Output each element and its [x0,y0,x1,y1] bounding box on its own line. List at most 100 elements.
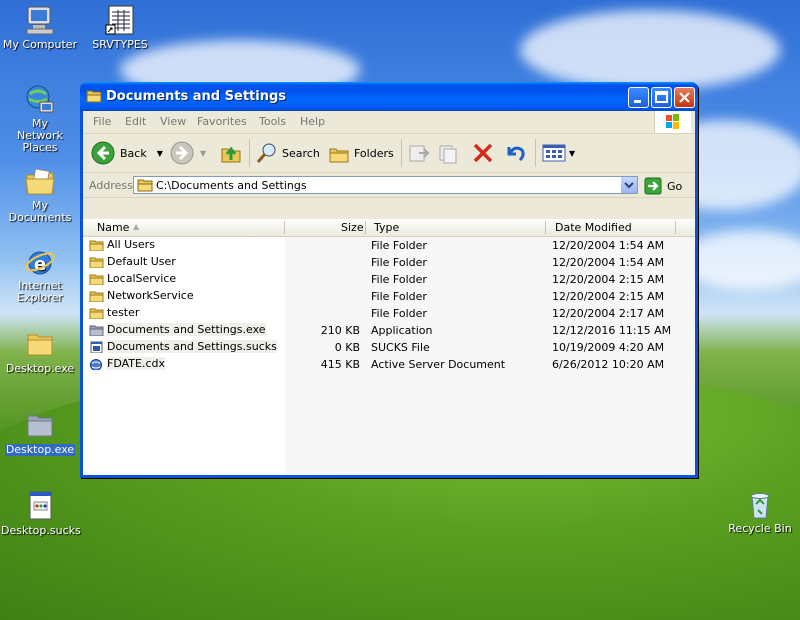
search-icon [256,143,276,163]
column-header-size[interactable]: Size [341,221,364,234]
document-icon [104,4,136,36]
list-header: Name ▲ Size Type Date Modified [83,219,695,237]
folder-icon [89,274,104,285]
desktop-icon-recycle-bin[interactable]: Recycle Bin [720,488,800,535]
folder-icon [89,308,104,319]
explorer-window: Documents and Settings File Edit View Fa… [80,82,698,478]
menu-bar: File Edit View Favorites Tools Help [83,111,695,134]
list-item[interactable]: NetworkService File Folder 12/20/2004 2:… [83,288,695,305]
folder-icon [86,89,102,106]
desktop-icon-my-computer[interactable]: My Computer [0,4,80,51]
sort-ascending-icon: ▲ [133,222,140,231]
menu-tools[interactable]: Tools [259,115,286,128]
undo-icon [507,146,525,162]
cdx-file-icon [90,358,102,370]
toolbar-separator [535,139,536,167]
desktop-icon-my-network-places[interactable]: My Network Places [0,84,80,154]
desktop-icon-desktop-exe-selected[interactable]: Desktop.exe [0,409,80,456]
column-header-name[interactable]: Name [97,221,129,234]
unknown-file-icon [90,341,103,353]
folder-icon [24,409,56,441]
minimize-icon [634,100,641,103]
up-folder-icon [221,146,241,163]
list-item[interactable]: All Users File Folder 12/20/2004 1:54 AM [83,237,695,254]
forward-arrow-icon [170,141,194,165]
windows-logo-icon [654,111,691,133]
close-button[interactable] [674,87,695,108]
go-arrow-icon [644,177,662,195]
toolbar-separator [401,139,402,167]
move-to-button[interactable] [407,138,431,168]
back-button[interactable]: Back ▼ [91,138,163,168]
search-button[interactable]: Search [255,138,320,168]
list-item[interactable]: Documents and Settings.sucks 0 KB SUCKS … [83,339,695,356]
list-item[interactable]: tester File Folder 12/20/2004 2:17 AM [83,305,695,322]
column-header-date-modified[interactable]: Date Modified [555,221,632,234]
undo-button[interactable] [503,138,527,168]
file-list: Name ▲ Size Type Date Modified All Users… [83,219,695,475]
folder-icon [89,240,104,251]
computer-icon [24,4,56,36]
desktop-icon-label: Internet Explorer [17,279,63,304]
folders-button[interactable]: Folders [327,138,394,168]
address-bar: Address C:\Documents and Settings Go [83,173,695,198]
folders-icon [329,148,349,163]
desktop-icon-label: Desktop.sucks [1,524,81,537]
address-value: C:\Documents and Settings [156,179,307,192]
folder-icon [137,179,153,192]
copy-to-button[interactable] [437,138,461,168]
minimize-button[interactable] [628,87,649,108]
desktop-icon-label: Desktop.exe [4,443,76,456]
desktop-icon-my-documents[interactable]: My Documents [0,166,80,224]
menu-help[interactable]: Help [300,115,325,128]
toolbar-separator [249,139,250,167]
standard-toolbar: Back ▼ ▼ Search Folders ▼ [83,134,695,173]
desktop-icon-desktop-exe[interactable]: Desktop.exe [0,328,80,375]
desktop-icon-desktop-sucks[interactable]: Desktop.sucks [0,490,81,537]
folder-icon [24,328,56,360]
up-folder-button[interactable] [219,138,243,168]
chevron-down-icon[interactable]: ▼ [569,149,575,158]
folder-grey-icon [89,325,104,336]
list-item[interactable]: Documents and Settings.exe 210 KB Applic… [83,322,695,339]
list-item[interactable]: LocalService File Folder 12/20/2004 2:15… [83,271,695,288]
move-to-icon [409,145,430,162]
desktop-icon-internet-explorer[interactable]: e Internet Explorer [0,246,80,304]
chevron-down-icon [624,182,634,189]
desktop-icon-label: My Documents [8,199,72,224]
title-bar[interactable]: Documents and Settings [80,82,698,111]
forward-button[interactable]: ▼ [170,138,206,168]
column-header-type[interactable]: Type [374,221,399,234]
address-dropdown-button[interactable] [621,177,637,193]
desktop-icon-label: My Network Places [17,117,63,154]
menu-edit[interactable]: Edit [125,115,146,128]
menu-file[interactable]: File [93,115,111,128]
views-button[interactable]: ▼ [541,138,575,168]
folder-icon [89,257,104,268]
views-icon [542,144,566,162]
list-item[interactable]: FDATE.cdx 415 KB Active Server Document … [83,356,695,373]
delete-button[interactable] [471,138,495,168]
address-input[interactable]: C:\Documents and Settings [133,176,638,194]
window-body: File Edit View Favorites Tools Help Back… [83,111,695,475]
maximize-button[interactable] [651,87,672,108]
window-title: Documents and Settings [106,89,287,104]
desktop-icon-srvtypes[interactable]: SRVTYPES [80,4,160,51]
menu-favorites[interactable]: Favorites [197,115,247,128]
desktop-icon-label: Recycle Bin [728,522,792,535]
maximize-icon [655,91,668,103]
network-icon [24,84,56,116]
recycle-bin-icon [744,488,776,520]
folder-documents-icon [24,166,56,198]
back-arrow-icon [91,141,115,165]
chevron-down-icon[interactable]: ▼ [157,149,163,158]
menu-view[interactable]: View [160,115,186,128]
desktop-icon-label: SRVTYPES [92,38,148,51]
go-button[interactable]: Go [644,177,682,195]
unknown-file-icon [24,490,56,522]
chevron-down-icon[interactable]: ▼ [200,149,206,158]
desktop-icon-label: My Computer [2,38,78,51]
list-item[interactable]: Default User File Folder 12/20/2004 1:54… [83,254,695,271]
delete-icon [473,143,493,163]
address-label: Address [89,179,133,192]
